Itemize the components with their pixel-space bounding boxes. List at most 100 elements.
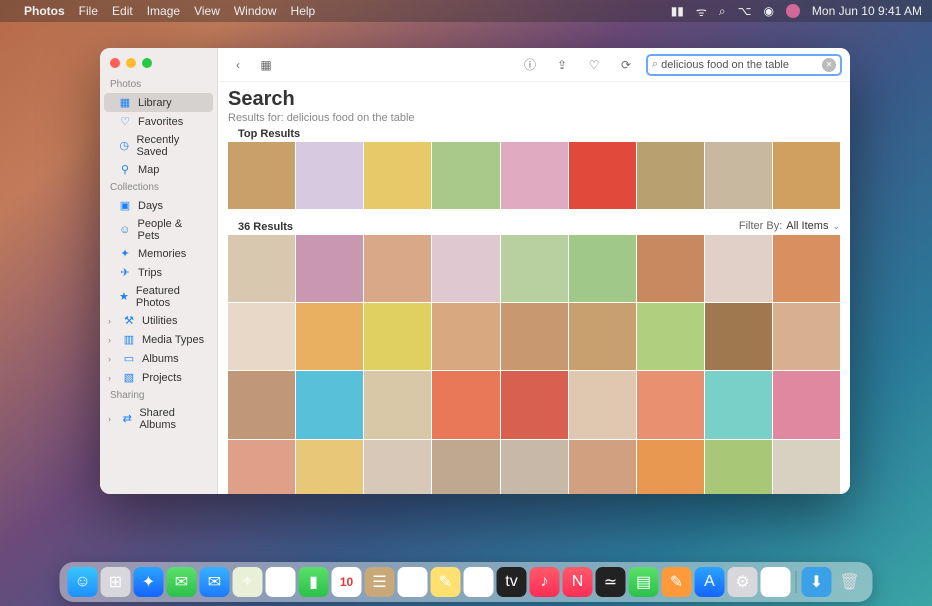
photo-thumb[interactable] xyxy=(432,303,499,370)
dock-contacts-icon[interactable]: ☰ xyxy=(365,567,395,597)
wifi-icon[interactable]: ᯤ xyxy=(696,3,707,20)
sidebar-item-days[interactable]: ▣Days xyxy=(104,196,213,215)
dock-notes-icon[interactable]: ✎ xyxy=(431,567,461,597)
dock-freeform-icon[interactable]: ✐ xyxy=(464,567,494,597)
photo-thumb[interactable] xyxy=(569,142,636,209)
sidebar-item-favorites[interactable]: ♡Favorites xyxy=(104,112,213,131)
photo-thumb[interactable] xyxy=(569,303,636,370)
battery-icon[interactable]: ▮▮ xyxy=(671,4,684,18)
photo-thumb[interactable] xyxy=(705,371,772,438)
photo-thumb[interactable] xyxy=(432,371,499,438)
photo-thumb[interactable] xyxy=(501,440,568,495)
sidebar-item-map[interactable]: ⚲Map xyxy=(104,160,213,179)
favorite-button[interactable]: ♡ xyxy=(582,54,606,76)
photo-thumb[interactable] xyxy=(364,371,431,438)
dock-stocks-icon[interactable]: ≃ xyxy=(596,567,626,597)
search-field[interactable]: ⌕ ✕ xyxy=(646,54,842,76)
photo-thumb[interactable] xyxy=(705,142,772,209)
photo-thumb[interactable] xyxy=(569,440,636,495)
sidebar-item-projects[interactable]: ›▧Projects xyxy=(104,368,213,387)
sidebar-item-utilities[interactable]: ›⚒Utilities xyxy=(104,311,213,330)
photo-thumb[interactable] xyxy=(364,235,431,302)
photo-thumb[interactable] xyxy=(228,303,295,370)
photo-thumb[interactable] xyxy=(364,303,431,370)
dock-reminders-icon[interactable]: ☰ xyxy=(398,567,428,597)
control-center-icon[interactable]: ⌥ xyxy=(738,4,752,18)
dock-messages-icon[interactable]: ✉ xyxy=(167,567,197,597)
menu-view[interactable]: View xyxy=(194,4,220,18)
photo-thumb[interactable] xyxy=(501,371,568,438)
share-button[interactable]: ⇪ xyxy=(550,54,574,76)
menubar-clock[interactable]: Mon Jun 10 9:41 AM xyxy=(812,4,922,18)
photo-thumb[interactable] xyxy=(228,371,295,438)
dock-photos-icon[interactable]: ❁ xyxy=(266,567,296,597)
photo-thumb[interactable] xyxy=(773,303,840,370)
photo-thumb[interactable] xyxy=(501,235,568,302)
dock-pages-icon[interactable]: ✎ xyxy=(662,567,692,597)
photo-thumb[interactable] xyxy=(296,235,363,302)
photo-thumb[interactable] xyxy=(501,142,568,209)
close-button[interactable] xyxy=(110,58,120,68)
photo-thumb[interactable] xyxy=(364,440,431,495)
dock-numbers-icon[interactable]: ▤ xyxy=(629,567,659,597)
info-button[interactable]: ⓘ xyxy=(518,54,542,76)
dock-trash-icon[interactable]: 🗑 xyxy=(835,567,865,597)
photo-thumb[interactable] xyxy=(705,235,772,302)
dock-tv-icon[interactable]: tv xyxy=(497,567,527,597)
photo-thumb[interactable] xyxy=(773,142,840,209)
dock-facetime-icon[interactable]: ▮ xyxy=(299,567,329,597)
sidebar-item-trips[interactable]: ✈Trips xyxy=(104,263,213,282)
photo-thumb[interactable] xyxy=(228,142,295,209)
search-input[interactable] xyxy=(661,59,822,71)
sidebar-item-shared-albums[interactable]: ›⇄Shared Albums xyxy=(104,404,213,433)
app-menu[interactable]: Photos xyxy=(24,4,65,18)
dock-music-icon[interactable]: ♪ xyxy=(530,567,560,597)
dock-maps-icon[interactable]: ⌖ xyxy=(233,567,263,597)
sidebar-item-library[interactable]: ▦Library xyxy=(104,93,213,112)
sidebar-item-people-pets[interactable]: ☺People & Pets xyxy=(104,215,213,244)
menu-window[interactable]: Window xyxy=(234,4,277,18)
clear-search-button[interactable]: ✕ xyxy=(822,58,836,72)
photo-thumb[interactable] xyxy=(296,303,363,370)
dock-finder-icon[interactable]: ☺ xyxy=(68,567,98,597)
dock-launchpad-icon[interactable]: ⊞ xyxy=(101,567,131,597)
dock-settings-icon[interactable]: ⚙ xyxy=(728,567,758,597)
photo-thumb[interactable] xyxy=(432,440,499,495)
photo-thumb[interactable] xyxy=(637,371,704,438)
dock-mail-icon[interactable]: ✉ xyxy=(200,567,230,597)
spotlight-icon[interactable]: ⌕ xyxy=(719,4,726,19)
photo-thumb[interactable] xyxy=(501,303,568,370)
photo-thumb[interactable] xyxy=(296,371,363,438)
dock-iphone-icon[interactable]: ▮ xyxy=(761,567,791,597)
photo-thumb[interactable] xyxy=(773,235,840,302)
photo-thumb[interactable] xyxy=(432,235,499,302)
photo-thumb[interactable] xyxy=(432,142,499,209)
photo-thumb[interactable] xyxy=(637,235,704,302)
rotate-button[interactable]: ⟳ xyxy=(614,54,638,76)
sidebar-item-recently-saved[interactable]: ◷Recently Saved xyxy=(104,131,213,160)
dock-news-icon[interactable]: N xyxy=(563,567,593,597)
dock-calendar-icon[interactable]: 10 xyxy=(332,567,362,597)
minimize-button[interactable] xyxy=(126,58,136,68)
photo-thumb[interactable] xyxy=(569,371,636,438)
menu-file[interactable]: File xyxy=(79,4,98,18)
zoom-button[interactable] xyxy=(142,58,152,68)
dock-safari-icon[interactable]: ✦ xyxy=(134,567,164,597)
photo-thumb[interactable] xyxy=(296,440,363,495)
photo-thumb[interactable] xyxy=(569,235,636,302)
user-avatar[interactable] xyxy=(786,4,800,18)
view-mode-button[interactable]: ▦ xyxy=(254,54,278,76)
photo-thumb[interactable] xyxy=(773,440,840,495)
sidebar-item-featured-photos[interactable]: ★Featured Photos xyxy=(104,282,213,311)
photo-thumb[interactable] xyxy=(637,440,704,495)
photo-thumb[interactable] xyxy=(228,440,295,495)
photo-thumb[interactable] xyxy=(228,235,295,302)
photo-thumb[interactable] xyxy=(705,303,772,370)
photo-thumb[interactable] xyxy=(773,371,840,438)
menu-image[interactable]: Image xyxy=(147,4,180,18)
dock-downloads-icon[interactable]: ⬇ xyxy=(802,567,832,597)
filter-by[interactable]: Filter By: All Items ⌄ xyxy=(739,220,840,232)
photo-thumb[interactable] xyxy=(637,142,704,209)
back-button[interactable]: ‹ xyxy=(226,54,250,76)
photo-thumb[interactable] xyxy=(637,303,704,370)
